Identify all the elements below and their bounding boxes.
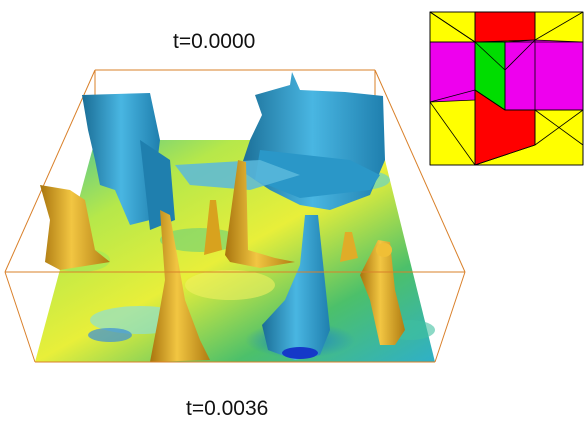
mesh-partition-inset <box>429 11 584 166</box>
visualization-canvas <box>4 11 584 363</box>
time-start-label: t=0.0000 <box>173 30 256 53</box>
time-end-label: t=0.0036 <box>186 397 269 420</box>
